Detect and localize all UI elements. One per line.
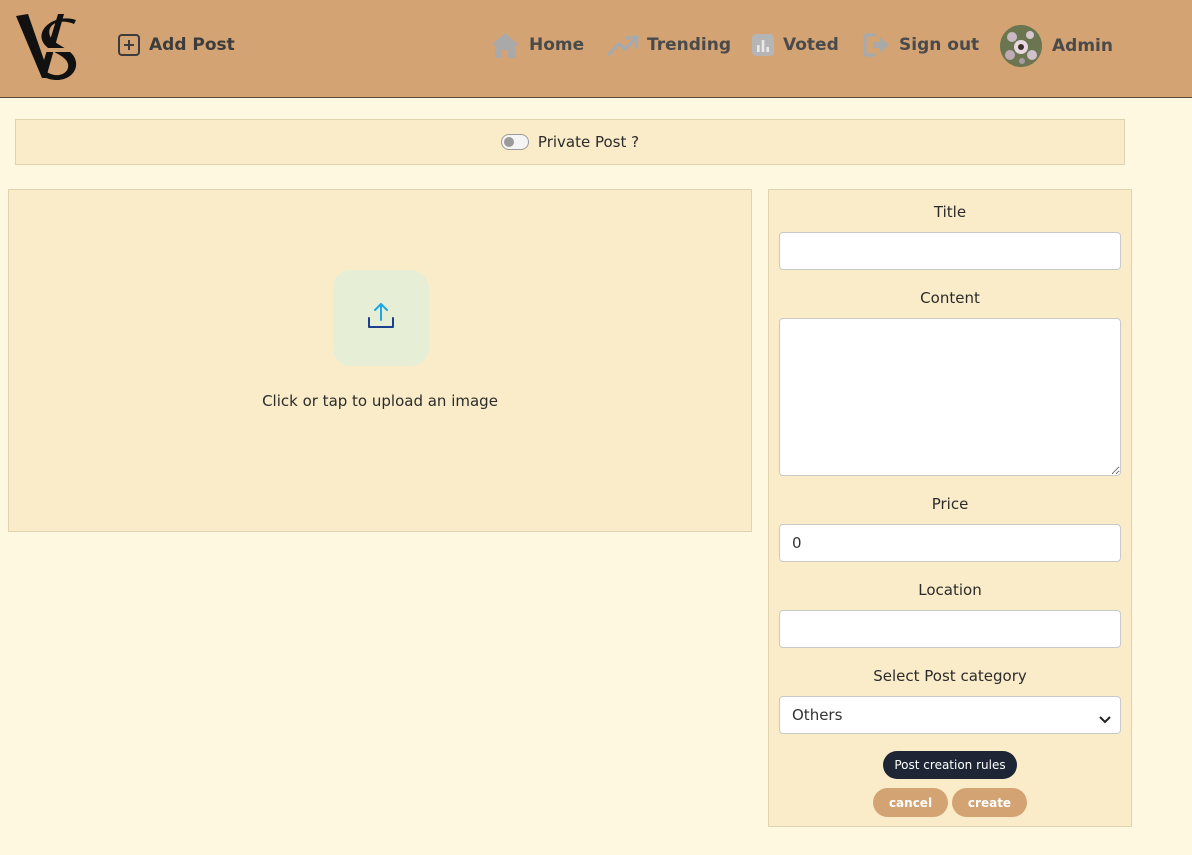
location-label: Location bbox=[918, 581, 982, 599]
private-post-label: Private Post ? bbox=[537, 133, 640, 151]
category-label: Select Post category bbox=[873, 667, 1027, 685]
trending-up-icon bbox=[607, 34, 639, 56]
content-label: Content bbox=[920, 289, 980, 307]
price-label: Price bbox=[931, 495, 969, 513]
title-input[interactable] bbox=[779, 232, 1121, 270]
navbar: Add Post Home Trending Voted Sign out Ad… bbox=[0, 0, 1192, 98]
nav-add-post[interactable]: Add Post bbox=[117, 30, 235, 60]
content-textarea[interactable] bbox=[779, 318, 1121, 476]
location-input[interactable] bbox=[779, 610, 1121, 648]
home-icon bbox=[489, 31, 521, 59]
nav-add-post-label: Add Post bbox=[149, 35, 235, 55]
nav-trending[interactable]: Trending bbox=[607, 30, 731, 60]
upload-icon bbox=[366, 301, 396, 335]
price-input[interactable] bbox=[779, 524, 1121, 562]
nav-admin-label: Admin bbox=[1052, 36, 1113, 56]
nav-home-label: Home bbox=[529, 35, 585, 55]
post-form: Title Content Price Location Select Post… bbox=[768, 189, 1132, 827]
bar-chart-icon bbox=[751, 33, 775, 57]
plus-square-icon bbox=[117, 33, 141, 57]
upload-instructions: Click or tap to upload an image bbox=[262, 392, 498, 410]
site-logo[interactable] bbox=[14, 10, 86, 86]
cancel-button[interactable]: cancel bbox=[873, 788, 948, 817]
post-rules-button[interactable]: Post creation rules bbox=[883, 751, 1017, 779]
title-label: Title bbox=[933, 203, 967, 221]
nav-admin-profile[interactable]: Admin bbox=[1000, 25, 1113, 67]
toggle-knob bbox=[503, 137, 514, 147]
create-button[interactable]: create bbox=[952, 788, 1027, 817]
image-upload-area[interactable]: Click or tap to upload an image bbox=[8, 189, 752, 532]
nav-sign-out-label: Sign out bbox=[899, 35, 980, 55]
nav-voted-label: Voted bbox=[783, 35, 839, 55]
upload-button[interactable] bbox=[333, 270, 429, 366]
nav-trending-label: Trending bbox=[647, 35, 732, 55]
private-post-toggle[interactable] bbox=[500, 134, 529, 150]
sign-out-icon bbox=[863, 32, 891, 58]
category-select-wrapper: Others bbox=[779, 696, 1121, 734]
nav-home[interactable]: Home bbox=[489, 30, 584, 60]
avatar bbox=[1000, 25, 1042, 67]
category-select[interactable]: Others bbox=[779, 696, 1121, 734]
nav-voted[interactable]: Voted bbox=[751, 30, 839, 60]
nav-sign-out[interactable]: Sign out bbox=[863, 30, 979, 60]
private-post-bar: Private Post ? bbox=[15, 119, 1125, 165]
